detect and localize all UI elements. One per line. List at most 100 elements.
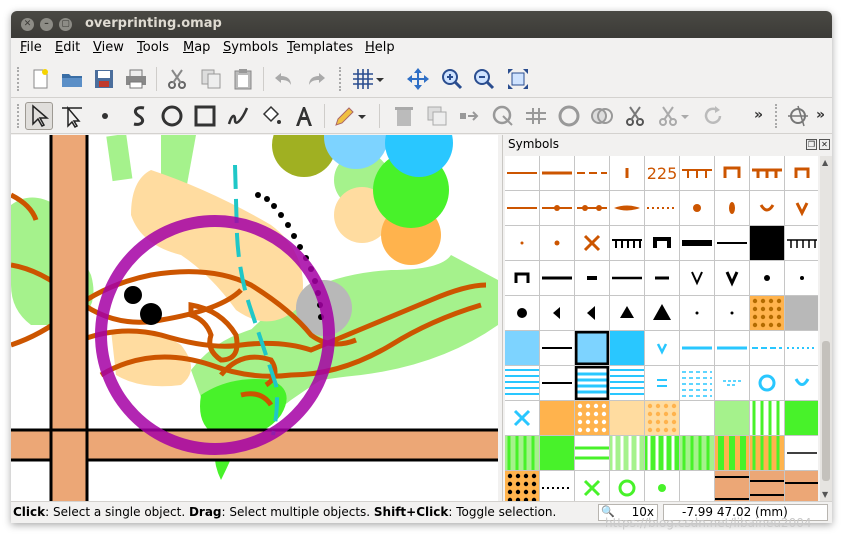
symbol-cell[interactable]	[505, 366, 540, 401]
copy-icon[interactable]	[197, 65, 225, 93]
symbol-cell[interactable]	[750, 226, 785, 261]
symbol-cell[interactable]	[610, 366, 645, 401]
symbol-cell[interactable]	[785, 191, 818, 226]
symbol-cell[interactable]	[750, 331, 785, 366]
symbol-cell[interactable]	[645, 331, 680, 366]
symbol-cell[interactable]	[575, 331, 610, 366]
symbol-cell[interactable]	[750, 471, 785, 501]
symbol-cell[interactable]	[645, 366, 680, 401]
symbol-cell[interactable]	[715, 471, 750, 501]
symbol-cell[interactable]	[575, 261, 610, 296]
symbol-cell[interactable]	[645, 471, 680, 501]
symbol-cell[interactable]	[680, 471, 715, 501]
symbol-cell[interactable]	[785, 296, 818, 331]
menu-help[interactable]: Help	[365, 40, 395, 55]
symbol-cell[interactable]	[575, 296, 610, 331]
symbol-cell[interactable]	[750, 261, 785, 296]
pencil-dropdown-icon[interactable]	[355, 102, 369, 130]
symbol-cell[interactable]	[785, 471, 818, 501]
save-icon[interactable]	[90, 65, 118, 93]
symbol-cell[interactable]	[715, 191, 750, 226]
symbol-cell[interactable]	[645, 401, 680, 436]
symbol-cell[interactable]	[610, 261, 645, 296]
toolbar-overflow-button[interactable]: »	[754, 107, 763, 123]
symbol-cell[interactable]	[540, 191, 575, 226]
boolean-intersection-icon[interactable]	[588, 102, 616, 130]
menu-view[interactable]: View	[93, 40, 124, 55]
print-icon[interactable]	[122, 65, 150, 93]
menu-tools[interactable]: Tools	[137, 40, 169, 55]
symbol-cell[interactable]	[715, 261, 750, 296]
map-canvas[interactable]	[11, 135, 498, 501]
symbol-cell[interactable]	[715, 226, 750, 261]
symbol-cell[interactable]	[540, 261, 575, 296]
grid-dropdown-icon[interactable]	[373, 65, 387, 93]
toolbar-grip[interactable]	[17, 104, 20, 128]
symbol-cell[interactable]	[785, 226, 818, 261]
scroll-down-icon[interactable]: ▼	[822, 490, 828, 499]
switch-symbol-icon[interactable]	[456, 102, 484, 130]
symbol-cell[interactable]	[505, 401, 540, 436]
symbol-cell[interactable]	[575, 156, 610, 191]
menu-map[interactable]: Map	[183, 40, 210, 55]
symbol-cell[interactable]	[505, 471, 540, 501]
symbol-cell[interactable]	[645, 226, 680, 261]
symbol-cell[interactable]	[715, 366, 750, 401]
draw-circle-icon[interactable]	[158, 102, 186, 130]
paste-icon[interactable]	[229, 65, 257, 93]
float-panel-icon[interactable]: ❐	[806, 139, 817, 150]
draw-freehand-icon[interactable]	[224, 102, 252, 130]
symbol-cell[interactable]	[505, 226, 540, 261]
open-folder-icon[interactable]	[58, 65, 86, 93]
menu-edit[interactable]: Edit	[55, 40, 80, 55]
symbol-cell[interactable]	[680, 261, 715, 296]
symbol-cell[interactable]	[785, 401, 818, 436]
symbol-cell[interactable]	[540, 331, 575, 366]
symbol-cell[interactable]	[785, 366, 818, 401]
close-panel-icon[interactable]: ✕	[819, 139, 830, 150]
symbol-cell[interactable]	[715, 156, 750, 191]
symbol-cell[interactable]	[645, 436, 680, 471]
symbol-cell[interactable]	[540, 296, 575, 331]
symbol-cell[interactable]	[680, 401, 715, 436]
duplicate-icon[interactable]	[423, 102, 451, 130]
symbol-cell[interactable]	[750, 436, 785, 471]
toolbar-overflow-button-2[interactable]: »	[816, 107, 825, 123]
draw-path-icon[interactable]	[125, 102, 153, 130]
symbol-cell[interactable]	[610, 191, 645, 226]
minimize-window-button[interactable]: –	[40, 18, 53, 31]
symbol-cell[interactable]	[505, 436, 540, 471]
symbol-cell[interactable]	[575, 366, 610, 401]
symbol-cell[interactable]	[610, 436, 645, 471]
symbol-cell[interactable]	[750, 191, 785, 226]
fill-icon[interactable]	[257, 102, 285, 130]
symbol-cell[interactable]	[785, 261, 818, 296]
symbol-cell[interactable]	[750, 366, 785, 401]
symbol-cell[interactable]	[645, 261, 680, 296]
symbol-cell[interactable]	[575, 436, 610, 471]
map-drawing[interactable]	[11, 135, 498, 501]
symbol-cell[interactable]	[750, 156, 785, 191]
draw-point-icon[interactable]	[91, 102, 119, 130]
symbol-cell[interactable]	[540, 401, 575, 436]
fill-border-icon[interactable]	[489, 102, 517, 130]
scroll-thumb[interactable]	[822, 341, 830, 481]
symbol-cell[interactable]	[540, 156, 575, 191]
symbol-cell[interactable]	[505, 296, 540, 331]
symbol-cell[interactable]	[505, 156, 540, 191]
symbol-cell[interactable]	[610, 156, 645, 191]
text-icon[interactable]	[290, 102, 318, 130]
symbol-cell[interactable]	[715, 331, 750, 366]
boolean-union-icon[interactable]	[555, 102, 583, 130]
symbol-cell[interactable]	[575, 401, 610, 436]
fit-icon[interactable]	[504, 65, 532, 93]
symbol-cell[interactable]	[785, 156, 818, 191]
symbol-cell[interactable]	[610, 296, 645, 331]
menu-file[interactable]: File	[20, 40, 42, 55]
edit-line-icon[interactable]	[58, 102, 86, 130]
symbol-cell[interactable]	[680, 296, 715, 331]
symbol-cell[interactable]	[575, 226, 610, 261]
symbol-cell[interactable]	[505, 191, 540, 226]
symbol-cell[interactable]: 225	[645, 156, 680, 191]
symbol-cell[interactable]	[505, 331, 540, 366]
